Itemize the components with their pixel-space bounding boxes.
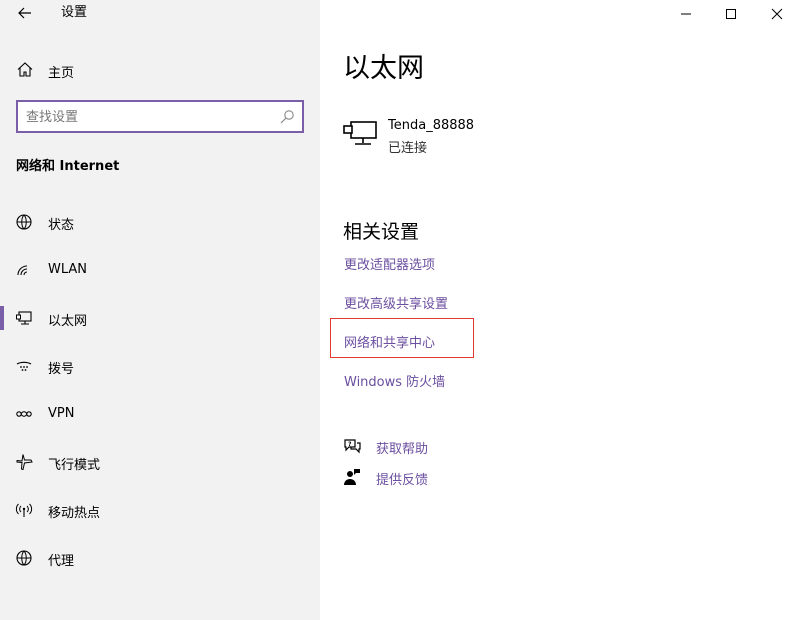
hotspot-icon	[15, 503, 33, 517]
sidebar-item-label: 移动热点	[48, 506, 101, 521]
change-advanced-sharing-link[interactable]: 更改高级共享设置	[344, 293, 448, 312]
ethernet-network-icon[interactable]	[343, 118, 379, 148]
get-help-label: 获取帮助	[376, 442, 429, 457]
sidebar-item-label: 代理	[48, 554, 75, 569]
dialup-icon	[16, 361, 32, 371]
globe-icon	[16, 550, 32, 566]
sidebar-item-home[interactable]: 主页	[0, 56, 320, 84]
back-arrow-icon	[18, 7, 31, 19]
sidebar-item-airplane-mode[interactable]: 飞行模式	[0, 438, 320, 486]
close-icon	[771, 8, 783, 20]
help-chat-icon: ?	[344, 439, 361, 454]
globe-status-icon	[16, 214, 32, 230]
sidebar-item-label: 状态	[48, 218, 75, 233]
maximize-icon	[726, 9, 736, 19]
sidebar-item-status[interactable]: 状态	[0, 198, 320, 246]
windows-firewall-link[interactable]: Windows 防火墙	[344, 371, 445, 390]
network-sharing-center-link[interactable]: 网络和共享中心	[344, 332, 435, 351]
wifi-icon	[17, 265, 28, 276]
sidebar-item-vpn[interactable]: VPN	[0, 390, 320, 438]
sidebar-item-label: 以太网	[48, 314, 88, 329]
minimize-button[interactable]	[663, 0, 709, 28]
page-title: 以太网	[343, 53, 424, 84]
sidebar-nav: 状态 WLAN 以太网 拨号 VPN 飞行模式 移动热点 代理	[0, 198, 320, 582]
sidebar-item-wlan[interactable]: WLAN	[0, 246, 320, 294]
search-box[interactable]	[16, 100, 304, 133]
close-button[interactable]	[754, 0, 785, 28]
sidebar-item-label: WLAN	[48, 262, 88, 277]
sidebar-item-ethernet[interactable]: 以太网	[0, 294, 320, 342]
connection-status: 已连接	[388, 141, 428, 156]
search-input[interactable]	[26, 108, 274, 126]
give-feedback-link[interactable]: 提供反馈	[343, 467, 543, 488]
feedback-icon	[344, 469, 360, 485]
sidebar-item-label: 拨号	[48, 362, 75, 377]
sidebar-item-proxy[interactable]: 代理	[0, 534, 320, 582]
app-title: 设置	[61, 5, 88, 20]
related-settings-title: 相关设置	[343, 221, 420, 243]
sidebar-item-hotspot[interactable]: 移动热点	[0, 486, 320, 534]
sidebar-item-label: VPN	[48, 406, 75, 421]
search-icon[interactable]	[279, 109, 295, 125]
connection-name[interactable]: Tenda_88888	[388, 118, 474, 133]
vpn-icon	[16, 411, 32, 417]
back-button[interactable]	[14, 4, 36, 22]
svg-text:?: ?	[348, 441, 352, 448]
airplane-icon	[16, 454, 33, 471]
section-title: 网络和 Internet	[16, 159, 120, 174]
change-adapter-options-link[interactable]: 更改适配器选项	[344, 254, 435, 273]
maximize-button[interactable]	[708, 0, 754, 28]
minimize-icon	[681, 13, 691, 15]
ethernet-icon	[16, 311, 32, 325]
home-icon	[17, 62, 33, 77]
give-feedback-label: 提供反馈	[376, 473, 429, 488]
sidebar-item-label: 飞行模式	[48, 458, 101, 473]
get-help-link[interactable]: ? 获取帮助	[343, 436, 543, 457]
sidebar-item-dialup[interactable]: 拨号	[0, 342, 320, 390]
sidebar: 设置 主页 网络和 Internet 状态 WLAN	[0, 0, 320, 620]
sidebar-item-label: 主页	[48, 66, 75, 81]
